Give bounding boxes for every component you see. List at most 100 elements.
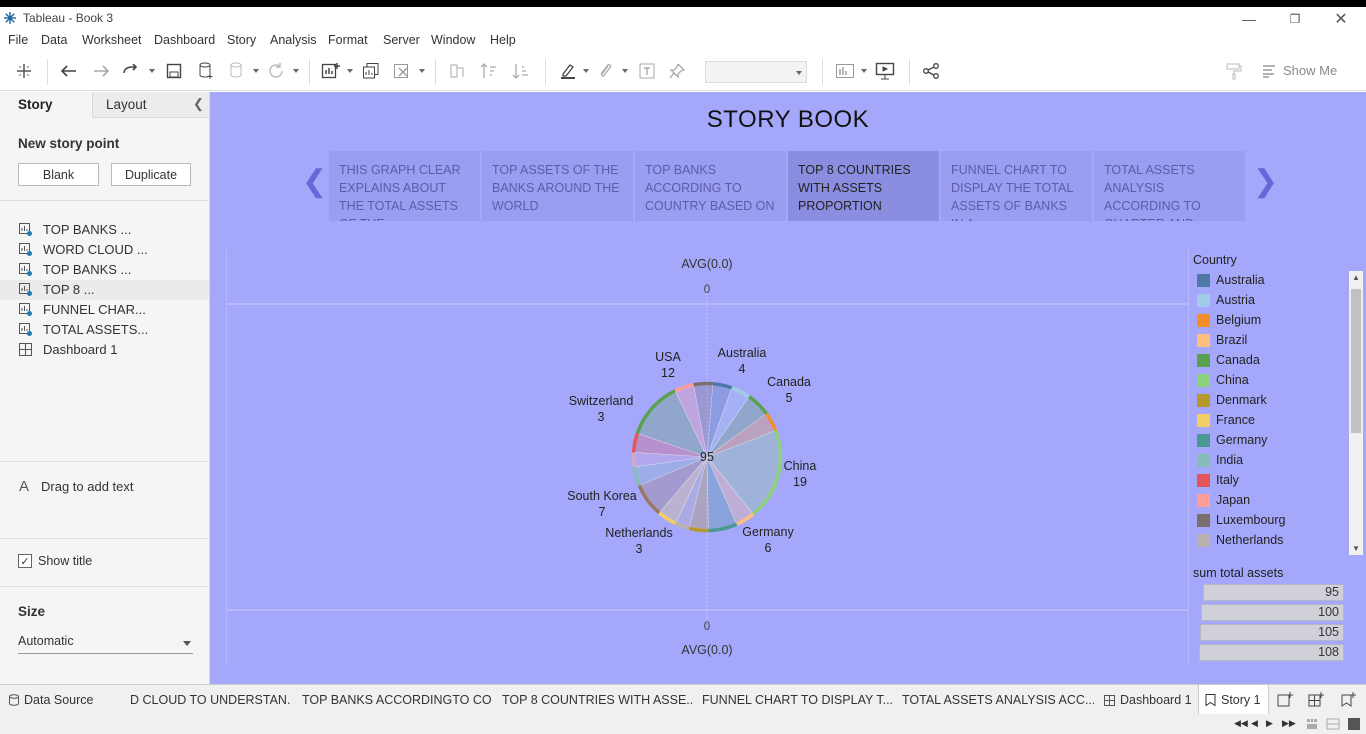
- sort-descending-button[interactable]: [510, 60, 532, 82]
- show-filmstrip-icon[interactable]: [1306, 718, 1318, 730]
- menu-help[interactable]: Help: [490, 33, 516, 47]
- refresh-button[interactable]: [265, 60, 287, 82]
- swap-rows-columns-button[interactable]: [446, 60, 468, 82]
- story-point-caption[interactable]: TOTAL ASSETS ANALYSIS ACCORDING TO QUART…: [1094, 151, 1245, 221]
- tab-total-assets[interactable]: TOTAL ASSETS ANALYSIS ACC...: [902, 685, 1094, 715]
- redo-button[interactable]: [90, 60, 112, 82]
- previous-story-point-icon[interactable]: ❮: [302, 164, 327, 199]
- story-point-caption[interactable]: FUNNEL CHART TO DISPLAY THE TOTAL ASSETS…: [941, 151, 1092, 221]
- new-story-tab-button[interactable]: [1340, 685, 1360, 715]
- legend-item[interactable]: Netherlands: [1197, 531, 1327, 551]
- tab-story-1[interactable]: Story 1: [1198, 685, 1269, 715]
- scroll-up-icon[interactable]: ▲: [1352, 273, 1360, 282]
- tab-top-8-countries[interactable]: TOP 8 COUNTRIES WITH ASSE...: [502, 685, 692, 715]
- collapse-pane-icon[interactable]: ❮: [193, 96, 204, 112]
- menu-story[interactable]: Story: [227, 33, 256, 47]
- show-me-button[interactable]: Show Me: [1283, 63, 1337, 78]
- show-tabs-icon[interactable]: [1348, 718, 1360, 730]
- sort-ascending-button[interactable]: [478, 60, 500, 82]
- menu-file[interactable]: File: [8, 33, 28, 47]
- show-cards-button[interactable]: [834, 60, 856, 82]
- minimize-button[interactable]: —: [1226, 7, 1272, 31]
- next-sheet-icon[interactable]: ▶: [1266, 718, 1273, 729]
- menu-window[interactable]: Window: [431, 33, 475, 47]
- sheet-item-selected[interactable]: TOP 8 ...: [0, 280, 209, 300]
- blank-button[interactable]: Blank: [18, 163, 99, 186]
- tab-layout[interactable]: Layout: [92, 92, 209, 118]
- legend-item[interactable]: Australia: [1197, 271, 1327, 291]
- pause-dropdown-icon[interactable]: [253, 69, 259, 73]
- tab-word-cloud[interactable]: D CLOUD TO UNDERSTAN...: [130, 685, 290, 715]
- legend-item[interactable]: Canada: [1197, 351, 1327, 371]
- show-title-toggle[interactable]: ✓ Show title: [18, 554, 92, 568]
- format-painter-button[interactable]: [1223, 60, 1245, 82]
- duplicate-sheet-button[interactable]: [360, 60, 382, 82]
- tab-top-banks[interactable]: TOP BANKS ACCORDINGTO CO...: [302, 685, 492, 715]
- restore-button[interactable]: ❐: [1272, 7, 1318, 31]
- menu-data[interactable]: Data: [41, 33, 67, 47]
- legend-item[interactable]: Austria: [1197, 291, 1327, 311]
- pause-updates-button[interactable]: [226, 60, 248, 82]
- show-sheet-sorter-icon[interactable]: [1326, 718, 1340, 730]
- group-members-button[interactable]: [594, 60, 616, 82]
- story-point-caption[interactable]: TOP BANKS ACCORDING TO COUNTRY BASED ON: [635, 151, 786, 221]
- tableau-home-button[interactable]: [13, 60, 35, 82]
- pie-chart[interactable]: AVG(0.0) 0 0 AVG(0.0) 95 USA 12 Australia 4…: [227, 249, 1189, 665]
- menu-analysis[interactable]: Analysis: [270, 33, 317, 47]
- new-worksheet-button[interactable]: [320, 60, 342, 82]
- scroll-down-icon[interactable]: ▼: [1352, 544, 1360, 553]
- save-button[interactable]: [163, 60, 185, 82]
- legend-item[interactable]: China: [1197, 371, 1327, 391]
- story-point-caption[interactable]: THIS GRAPH CLEAR EXPLAINS ABOUT THE TOTA…: [329, 151, 480, 221]
- clear-sheet-button[interactable]: [392, 60, 414, 82]
- legend-item[interactable]: Denmark: [1197, 391, 1327, 411]
- menu-dashboard[interactable]: Dashboard: [154, 33, 215, 47]
- sheet-item[interactable]: WORD CLOUD ...: [0, 240, 209, 260]
- legend-item[interactable]: Belgium: [1197, 311, 1327, 331]
- tab-funnel-chart[interactable]: FUNNEL CHART TO DISPLAY T...: [702, 685, 892, 715]
- menu-server[interactable]: Server: [383, 33, 420, 47]
- sheet-item[interactable]: TOP BANKS ...: [0, 260, 209, 280]
- sheet-item[interactable]: Dashboard 1: [0, 340, 209, 360]
- show-mark-labels-button[interactable]: [636, 60, 658, 82]
- legend-item[interactable]: France: [1197, 411, 1327, 431]
- highlight-dropdown-icon[interactable]: [583, 69, 589, 73]
- sheet-item[interactable]: FUNNEL CHAR...: [0, 300, 209, 320]
- story-point-caption[interactable]: TOP ASSETS OF THE BANKS AROUND THE WORLD: [482, 151, 633, 221]
- new-worksheet-dropdown-icon[interactable]: [347, 69, 353, 73]
- drag-text-object[interactable]: A Drag to add text: [19, 478, 134, 495]
- scrollbar-thumb[interactable]: [1351, 289, 1361, 433]
- tab-data-source[interactable]: Data Source: [8, 685, 122, 715]
- cards-dropdown-icon[interactable]: [861, 69, 867, 73]
- legend-item[interactable]: Brazil: [1197, 331, 1327, 351]
- close-button[interactable]: ✕: [1318, 7, 1364, 31]
- new-data-source-button[interactable]: [195, 60, 217, 82]
- first-sheet-icon[interactable]: ◀◀: [1234, 718, 1248, 729]
- last-sheet-icon[interactable]: ▶▶: [1282, 718, 1296, 729]
- clear-sheet-dropdown-icon[interactable]: [419, 69, 425, 73]
- legend-item[interactable]: Luxembourg: [1197, 511, 1327, 531]
- fit-selector[interactable]: [705, 61, 807, 83]
- size-dropdown[interactable]: Automatic: [18, 634, 193, 654]
- new-dashboard-tab-button[interactable]: [1308, 685, 1328, 715]
- duplicate-button[interactable]: Duplicate: [111, 163, 191, 186]
- replay-button[interactable]: [120, 60, 142, 82]
- previous-sheet-icon[interactable]: ◀: [1251, 718, 1258, 729]
- highlight-button[interactable]: [557, 60, 579, 82]
- show-title-checkbox[interactable]: ✓: [18, 554, 32, 568]
- sheet-item[interactable]: TOTAL ASSETS...: [0, 320, 209, 340]
- presentation-mode-button[interactable]: [874, 60, 896, 82]
- share-button[interactable]: [920, 60, 942, 82]
- menu-format[interactable]: Format: [328, 33, 368, 47]
- legend-item[interactable]: Japan: [1197, 491, 1327, 511]
- replay-dropdown-icon[interactable]: [149, 69, 155, 73]
- tab-story[interactable]: Story: [0, 92, 92, 118]
- menu-worksheet[interactable]: Worksheet: [82, 33, 142, 47]
- sheet-item[interactable]: TOP BANKS ...: [0, 220, 209, 240]
- tab-dashboard-1[interactable]: Dashboard 1: [1104, 685, 1194, 715]
- fix-axes-button[interactable]: [666, 60, 688, 82]
- next-story-point-icon[interactable]: ❯: [1253, 164, 1278, 199]
- legend-scrollbar[interactable]: ▲ ▼: [1349, 271, 1363, 555]
- legend-item[interactable]: Germany: [1197, 431, 1327, 451]
- legend-item[interactable]: India: [1197, 451, 1327, 471]
